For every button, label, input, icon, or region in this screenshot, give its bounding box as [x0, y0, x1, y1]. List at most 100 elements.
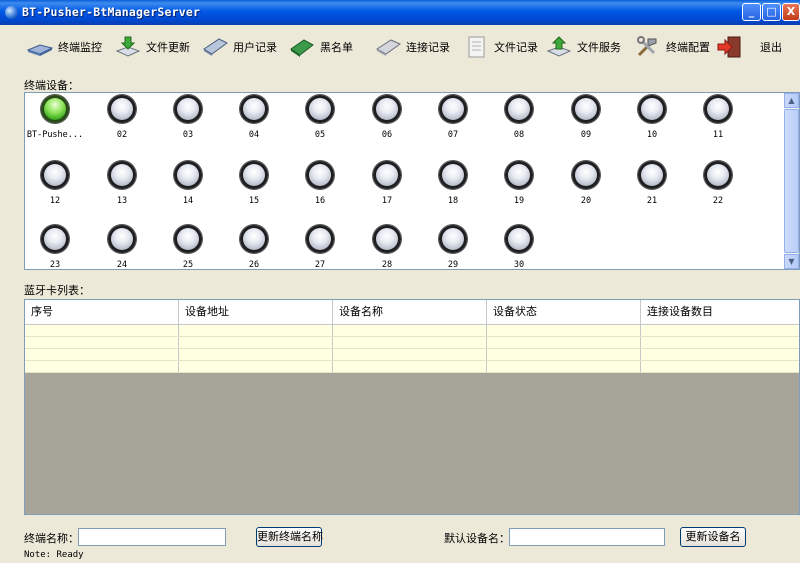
connection-record-icon — [376, 39, 402, 56]
device-tile[interactable]: 09 — [556, 93, 616, 149]
bt-card-table[interactable]: 序号 设备地址 设备名称 设备状态 连接设备数目 — [24, 299, 800, 515]
device-online-icon — [41, 95, 69, 123]
device-tile[interactable]: 05 — [290, 93, 350, 149]
device-label: 16 — [314, 196, 326, 206]
device-tile[interactable]: 10 — [622, 93, 682, 149]
toolbar-terminal-config-button[interactable]: 终端配置 — [634, 34, 710, 60]
device-label: 02 — [116, 130, 128, 140]
device-offline-icon — [174, 225, 202, 253]
device-tile[interactable]: 19 — [489, 159, 549, 215]
device-scrollbar[interactable]: ▲ ▼ — [784, 93, 799, 269]
device-tile[interactable]: 13 — [92, 159, 152, 215]
device-tile[interactable]: 18 — [423, 159, 483, 215]
device-offline-icon — [505, 161, 533, 189]
status-text: Note: Ready — [24, 550, 84, 560]
toolbar-user-record-button[interactable]: 用户记录 — [201, 34, 277, 60]
file-service-icon — [546, 36, 572, 57]
device-tile[interactable]: 20 — [556, 159, 616, 215]
toolbar-connection-record-button[interactable]: 连接记录 — [374, 34, 450, 60]
device-tile[interactable]: 29 — [423, 223, 483, 269]
device-label: 25 — [182, 260, 194, 270]
device-label: 12 — [49, 196, 61, 206]
device-offline-icon — [373, 95, 401, 123]
device-offline-icon — [41, 161, 69, 189]
device-offline-icon — [41, 225, 69, 253]
file-record-icon — [468, 36, 485, 58]
toolbar-label: 终端监控 — [58, 41, 102, 54]
minimize-button[interactable]: _ — [742, 3, 761, 21]
device-tile[interactable]: 08 — [489, 93, 549, 149]
table-cell — [333, 361, 487, 372]
device-label: 09 — [580, 130, 592, 140]
device-tile[interactable]: 16 — [290, 159, 350, 215]
device-tile[interactable]: 24 — [92, 223, 152, 269]
device-tile[interactable]: 12 — [25, 159, 85, 215]
device-offline-icon — [572, 95, 600, 123]
scroll-thumb[interactable] — [784, 109, 799, 253]
table-cell — [333, 325, 487, 336]
table-cell — [25, 337, 179, 348]
table-row[interactable] — [25, 349, 799, 361]
column-header[interactable]: 序号 — [25, 300, 179, 324]
device-tile[interactable]: 22 — [688, 159, 748, 215]
device-tile[interactable]: 03 — [158, 93, 218, 149]
device-panel[interactable]: BT-Pushe... 02 03 04 05 06 07 08 09 10 11 12 13 14 15 1… — [24, 92, 800, 270]
device-label: 18 — [447, 196, 459, 206]
scroll-up-button[interactable]: ▲ — [784, 93, 799, 108]
device-offline-icon — [638, 161, 666, 189]
update-terminal-name-button[interactable]: 更新终端名称 — [256, 527, 323, 547]
device-offline-icon — [704, 161, 732, 189]
device-offline-icon — [240, 225, 268, 253]
toolbar-file-update-button[interactable]: 文件更新 — [114, 34, 190, 60]
device-tile[interactable]: BT-Pushe... — [25, 93, 85, 149]
device-tile[interactable]: 26 — [224, 223, 284, 269]
default-device-label: 默认设备名： — [444, 532, 510, 545]
device-tile[interactable]: 23 — [25, 223, 85, 269]
device-tile[interactable]: 11 — [688, 93, 748, 149]
device-tile[interactable]: 25 — [158, 223, 218, 270]
toolbar-file-service-button[interactable]: 文件服务 — [545, 34, 621, 60]
device-tile[interactable]: 17 — [357, 159, 417, 215]
toolbar-label: 终端配置 — [666, 41, 710, 54]
device-offline-icon — [638, 95, 666, 123]
scroll-down-button[interactable]: ▼ — [784, 254, 799, 269]
update-device-name-button[interactable]: 更新设备名 — [680, 527, 746, 547]
device-offline-icon — [108, 161, 136, 189]
device-offline-icon — [108, 95, 136, 123]
title-bar[interactable]: BT-Pusher-BtManagerServer _ □ X — [0, 0, 800, 25]
table-row[interactable] — [25, 325, 799, 337]
device-tile[interactable]: 14 — [158, 159, 218, 215]
device-tile[interactable]: 30 — [489, 223, 549, 269]
toolbar-label: 黑名单 — [320, 41, 353, 54]
device-offline-icon — [505, 95, 533, 123]
table-row[interactable] — [25, 361, 799, 373]
device-tile[interactable]: 15 — [224, 159, 284, 215]
device-tile[interactable]: 27 — [290, 223, 350, 269]
device-offline-icon — [306, 95, 334, 123]
column-header[interactable]: 连接设备数目 — [641, 300, 799, 324]
device-offline-icon — [174, 161, 202, 189]
device-tile[interactable]: 28 — [357, 223, 417, 270]
maximize-button[interactable]: □ — [762, 3, 781, 21]
device-tile[interactable]: 21 — [622, 159, 682, 215]
device-tile[interactable]: 07 — [423, 93, 483, 149]
close-button[interactable]: X — [782, 3, 800, 21]
device-tile[interactable]: 02 — [92, 93, 152, 149]
device-tile[interactable]: 06 — [357, 93, 417, 149]
toolbar-exit-button[interactable]: 退出 — [716, 34, 782, 60]
toolbar-file-record-button[interactable]: 文件记录 — [462, 34, 538, 60]
device-label: 28 — [381, 260, 393, 270]
table-cell — [487, 325, 641, 336]
table-cell — [25, 349, 179, 360]
column-header[interactable]: 设备名称 — [333, 300, 487, 324]
default-device-input[interactable] — [509, 528, 665, 546]
device-label: BT-Pushe... — [26, 130, 84, 140]
column-header[interactable]: 设备地址 — [179, 300, 333, 324]
table-row[interactable] — [25, 337, 799, 349]
toolbar-blacklist-button[interactable]: 黑名单 — [288, 34, 353, 60]
toolbar-terminal-monitor-button[interactable]: 终端监控 — [26, 34, 102, 60]
column-header[interactable]: 设备状态 — [487, 300, 641, 324]
device-tile[interactable]: 04 — [224, 93, 284, 149]
terminal-name-input[interactable] — [78, 528, 226, 546]
table-cell — [179, 337, 333, 348]
